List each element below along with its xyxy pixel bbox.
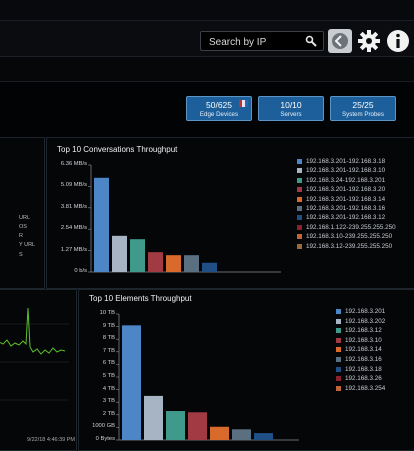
bar[interactable]: [166, 411, 185, 440]
circle-arrow-icon[interactable]: [327, 28, 353, 54]
y-tick-label: 3 TB: [102, 398, 115, 405]
servers-count: 10/10: [280, 100, 302, 110]
system-probes-label: System Probes: [342, 111, 384, 118]
bar[interactable]: [184, 255, 199, 272]
bar[interactable]: [210, 426, 229, 440]
y-tick-label: 7 TB: [102, 347, 115, 354]
legend-item[interactable]: 192.168.3.12: [345, 327, 382, 334]
servers-label: Servers: [280, 111, 302, 118]
legend-swatch: [336, 337, 341, 343]
legend-swatch: [297, 196, 302, 202]
legend-item[interactable]: 192.168.3.201-192.168.3.10: [306, 167, 385, 174]
conversations-panel: Top 10 Conversations Throughput 6.36 MB/…: [46, 137, 414, 289]
y-tick-label: 8 TB: [102, 335, 115, 342]
y-tick-label: 4 TB: [102, 385, 115, 392]
legend-swatch: [336, 328, 341, 334]
legend-item[interactable]: 192.168.3.201-192.168.3.20: [306, 186, 385, 193]
legend-item[interactable]: 192.168.3.10-239.255.255.250: [306, 233, 392, 240]
edge-devices-label: Edge Devices: [199, 111, 239, 118]
legend-swatch: [336, 347, 341, 353]
legend-swatch: [336, 376, 341, 382]
legend-item[interactable]: 192.168.3.202: [345, 318, 385, 325]
legend-swatch: [336, 366, 341, 372]
y-tick-label: 6.36 MB/s: [60, 161, 87, 167]
bar[interactable]: [148, 252, 163, 272]
y-tick-label: 5.09 MB/s: [60, 182, 87, 189]
sparkline-panel: 9/22/18 4:46:39 PM: [0, 289, 77, 451]
legend-swatch: [336, 318, 341, 324]
legend-swatch: [297, 234, 302, 240]
y-tick-label: 1000 GB: [92, 423, 115, 430]
legend-item[interactable]: 192.168.3.201-192.168.3.16: [306, 205, 385, 212]
legend-item[interactable]: 192.168.3.18: [345, 366, 382, 373]
list-item[interactable]: OS: [19, 224, 27, 230]
list-item[interactable]: S: [19, 252, 23, 258]
legend-swatch: [336, 385, 341, 391]
bar[interactable]: [166, 255, 181, 272]
bar[interactable]: [112, 235, 127, 272]
legend-swatch: [297, 206, 302, 211]
system-probes-count: 25/25: [352, 100, 374, 110]
bar[interactable]: [254, 433, 273, 440]
y-tick-label: 6 TB: [102, 360, 115, 367]
throughput-sparkline: [0, 307, 69, 401]
elements-panel: Top 10 Elements Throughput 10 TB 9 TB 8 TB…: [78, 289, 414, 451]
legend-swatch: [297, 243, 302, 249]
sub-toolbar: [0, 57, 414, 82]
info-icon[interactable]: [385, 28, 411, 54]
legend-item[interactable]: 192.168.3.254: [345, 385, 385, 392]
legend-item[interactable]: 192.168.3.201-192.168.3.18: [306, 158, 385, 165]
y-tick-label: 9 TB: [102, 322, 115, 329]
y-tick-label: 1.27 MB/s: [60, 246, 87, 253]
y-tick-label: 2 TB: [102, 410, 115, 417]
legend-swatch: [297, 159, 302, 164]
list-item[interactable]: URL: [19, 215, 30, 221]
left-list-panel: URL OS R Y URL S: [0, 137, 45, 289]
y-tick-label: 10 TB: [99, 310, 115, 316]
legend-swatch: [336, 357, 341, 362]
search-icon[interactable]: [305, 35, 317, 47]
legend-item[interactable]: 192.168.3.12-239.255.255.250: [306, 243, 392, 250]
bar[interactable]: [94, 177, 109, 272]
legend-swatch: [297, 168, 302, 174]
legend-item[interactable]: 192.168.3.10: [345, 337, 382, 344]
window-title-strip: [0, 0, 414, 21]
search-input[interactable]: [207, 32, 303, 52]
system-probes-tile[interactable]: 25/25 System Probes: [330, 96, 396, 121]
legend-item[interactable]: 192.168.3.26: [345, 375, 382, 382]
flag-icon: [239, 100, 248, 107]
legend-item[interactable]: 192.168.3.201-192.168.3.14: [306, 196, 385, 203]
legend-item[interactable]: 192.168.3.201: [345, 308, 385, 315]
edge-devices-tile[interactable]: 50/625 Edge Devices: [186, 96, 252, 121]
legend-swatch: [297, 224, 302, 230]
bar[interactable]: [232, 429, 251, 440]
legend-item[interactable]: 192.168.1.122-239.255.255.250: [306, 224, 396, 231]
legend-swatch: [297, 187, 302, 193]
legend-swatch: [297, 177, 302, 183]
legend-item[interactable]: 192.168.3.24-192.168.3.201: [306, 177, 385, 184]
servers-tile[interactable]: 10/10 Servers: [258, 96, 324, 121]
y-tick-label: 3.81 MB/s: [60, 203, 87, 210]
bar[interactable]: [188, 412, 207, 440]
y-tick-label: 0 b/s: [74, 268, 87, 274]
ip-search-box[interactable]: [200, 31, 324, 52]
legend-item[interactable]: 192.168.3.16: [345, 356, 382, 363]
y-tick-label: 2.54 MB/s: [60, 225, 87, 232]
bar[interactable]: [202, 262, 217, 272]
sparkline-timestamp: 9/22/18 4:46:39 PM: [27, 437, 76, 443]
bar[interactable]: [122, 325, 141, 440]
y-tick-label: 0 Bytes: [95, 436, 115, 442]
bar[interactable]: [144, 395, 163, 440]
gear-icon[interactable]: [356, 28, 382, 54]
list-item[interactable]: R: [19, 233, 23, 239]
bar[interactable]: [130, 239, 145, 272]
list-item[interactable]: Y URL: [19, 242, 35, 248]
legend-swatch: [297, 215, 302, 221]
y-tick-label: 5 TB: [102, 373, 115, 379]
legend-item[interactable]: 192.168.3.14: [345, 346, 382, 353]
legend-item[interactable]: 192.168.3.201-192.168.3.12: [306, 214, 385, 221]
legend-swatch: [336, 309, 341, 314]
